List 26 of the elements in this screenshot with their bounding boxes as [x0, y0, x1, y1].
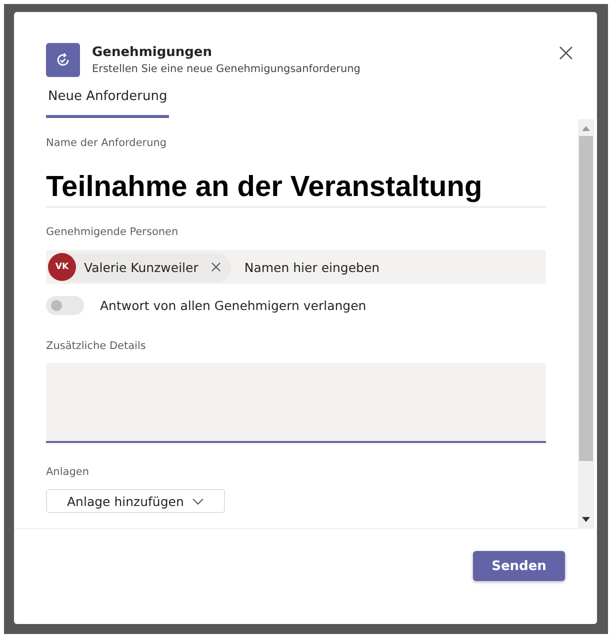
- scrollbar[interactable]: [578, 119, 594, 529]
- tab[interactable]: Neue Anforderung: [46, 85, 170, 118]
- chevron-down-icon: [192, 498, 204, 505]
- add-attachment-button[interactable]: Anlage hinzufügen: [46, 489, 225, 513]
- field-label: Name der Anforderung: [46, 137, 168, 149]
- request-name-field[interactable]: Teilnahme an der Veranstaltung: [46, 149, 546, 208]
- field-label: Zusätzliche Details: [46, 340, 147, 352]
- remove-icon[interactable]: [211, 262, 222, 272]
- person-chip[interactable]: VK Valerie Kunzweiler: [48, 252, 232, 282]
- scrollbar-thumb[interactable]: [579, 136, 593, 461]
- name-placeholder: Namen hier eingeben: [244, 260, 380, 274]
- person-name: Valerie Kunzweiler: [84, 260, 198, 274]
- approvers-field[interactable]: VK Valerie Kunzweiler Namen hier eingeben: [46, 250, 546, 284]
- dialog-subtitle: Erstellen Sie eine neue Genehmigungsanforderung: [92, 63, 362, 75]
- toggle-label: Antwort von allen Genehmigern verlangen: [100, 298, 366, 313]
- avatar: VK: [48, 253, 76, 281]
- dialog-title: Genehmigungen: [92, 45, 214, 60]
- field-label: Anlagen: [46, 466, 90, 478]
- field-label: Genehmigende Personen: [46, 226, 180, 238]
- scroll-down-icon[interactable]: [582, 517, 590, 523]
- scroll-up-icon[interactable]: [582, 125, 590, 131]
- toggle-switch[interactable]: [46, 296, 84, 315]
- details-field[interactable]: [46, 363, 546, 443]
- close-icon[interactable]: [559, 46, 573, 60]
- approval-icon: [46, 43, 80, 77]
- send-button[interactable]: Senden: [473, 551, 565, 581]
